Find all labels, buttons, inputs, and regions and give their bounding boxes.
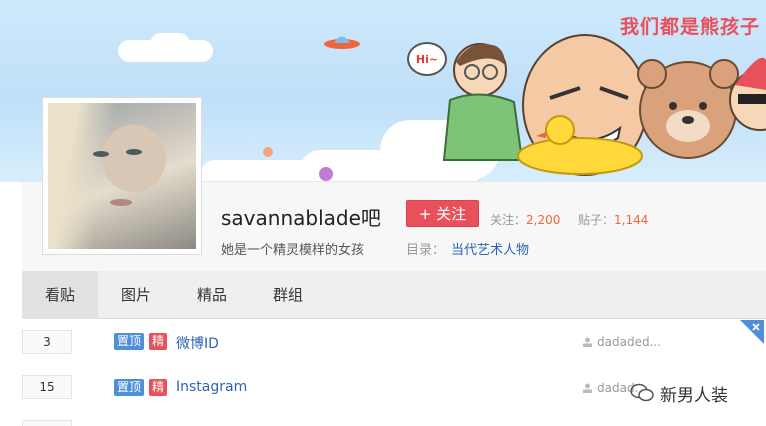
forum-title: savannablade吧	[221, 206, 381, 230]
close-corner-icon[interactable]	[740, 320, 764, 344]
avatar-image	[48, 103, 196, 249]
post-stat: 贴子：1,144	[578, 211, 648, 228]
cartoon-characters-illustration	[442, 34, 766, 176]
pinned-tag: 置顶	[114, 379, 145, 396]
tab-posts[interactable]: 看贴	[22, 271, 98, 319]
cloud-decoration	[150, 33, 190, 55]
user-icon	[583, 383, 592, 393]
thread-title[interactable]: Instagram	[176, 379, 247, 395]
forum-slogan: 她是一个精灵模样的女孩	[221, 243, 365, 258]
author-name: dadaded...	[597, 335, 662, 349]
planet-icon	[263, 147, 273, 157]
directory-label: 目录：	[406, 243, 446, 258]
directory-link[interactable]: 当代艺术人物	[451, 243, 529, 258]
tab-groups[interactable]: 群组	[250, 271, 326, 319]
watermark-text: 新男人装	[660, 385, 728, 406]
forum-tabs: 看贴 图片 精品 群组	[22, 271, 766, 319]
thread-title[interactable]: 微博ID	[176, 333, 219, 353]
forum-directory: 目录： 当代艺术人物	[406, 239, 529, 258]
follow-count: 2,200	[526, 213, 561, 227]
reply-count: 3	[22, 330, 72, 354]
watermark: 新男人装	[630, 378, 728, 408]
tab-featured[interactable]: 精品	[174, 271, 250, 319]
planet-icon	[319, 167, 333, 181]
featured-tag: 精	[149, 333, 168, 350]
thread-author[interactable]: dadaded...	[583, 335, 661, 349]
follow-stat: 关注：2,200	[490, 211, 560, 228]
follow-button[interactable]: + 关注	[406, 200, 479, 227]
follow-stat-label: 关注：	[490, 213, 527, 227]
pinned-tag: 置顶	[114, 333, 145, 350]
post-count: 1,144	[614, 213, 649, 227]
wechat-logo-icon	[630, 383, 654, 402]
banner-slogan: 我们都是熊孩子	[620, 16, 761, 38]
reply-count: 15	[22, 375, 72, 399]
ufo-icon	[324, 36, 360, 49]
reply-count	[22, 420, 72, 426]
forum-avatar[interactable]	[42, 97, 202, 255]
tab-images[interactable]: 图片	[98, 271, 174, 319]
user-icon	[583, 337, 592, 347]
post-stat-label: 贴子：	[578, 213, 615, 227]
featured-tag: 精	[149, 379, 168, 396]
